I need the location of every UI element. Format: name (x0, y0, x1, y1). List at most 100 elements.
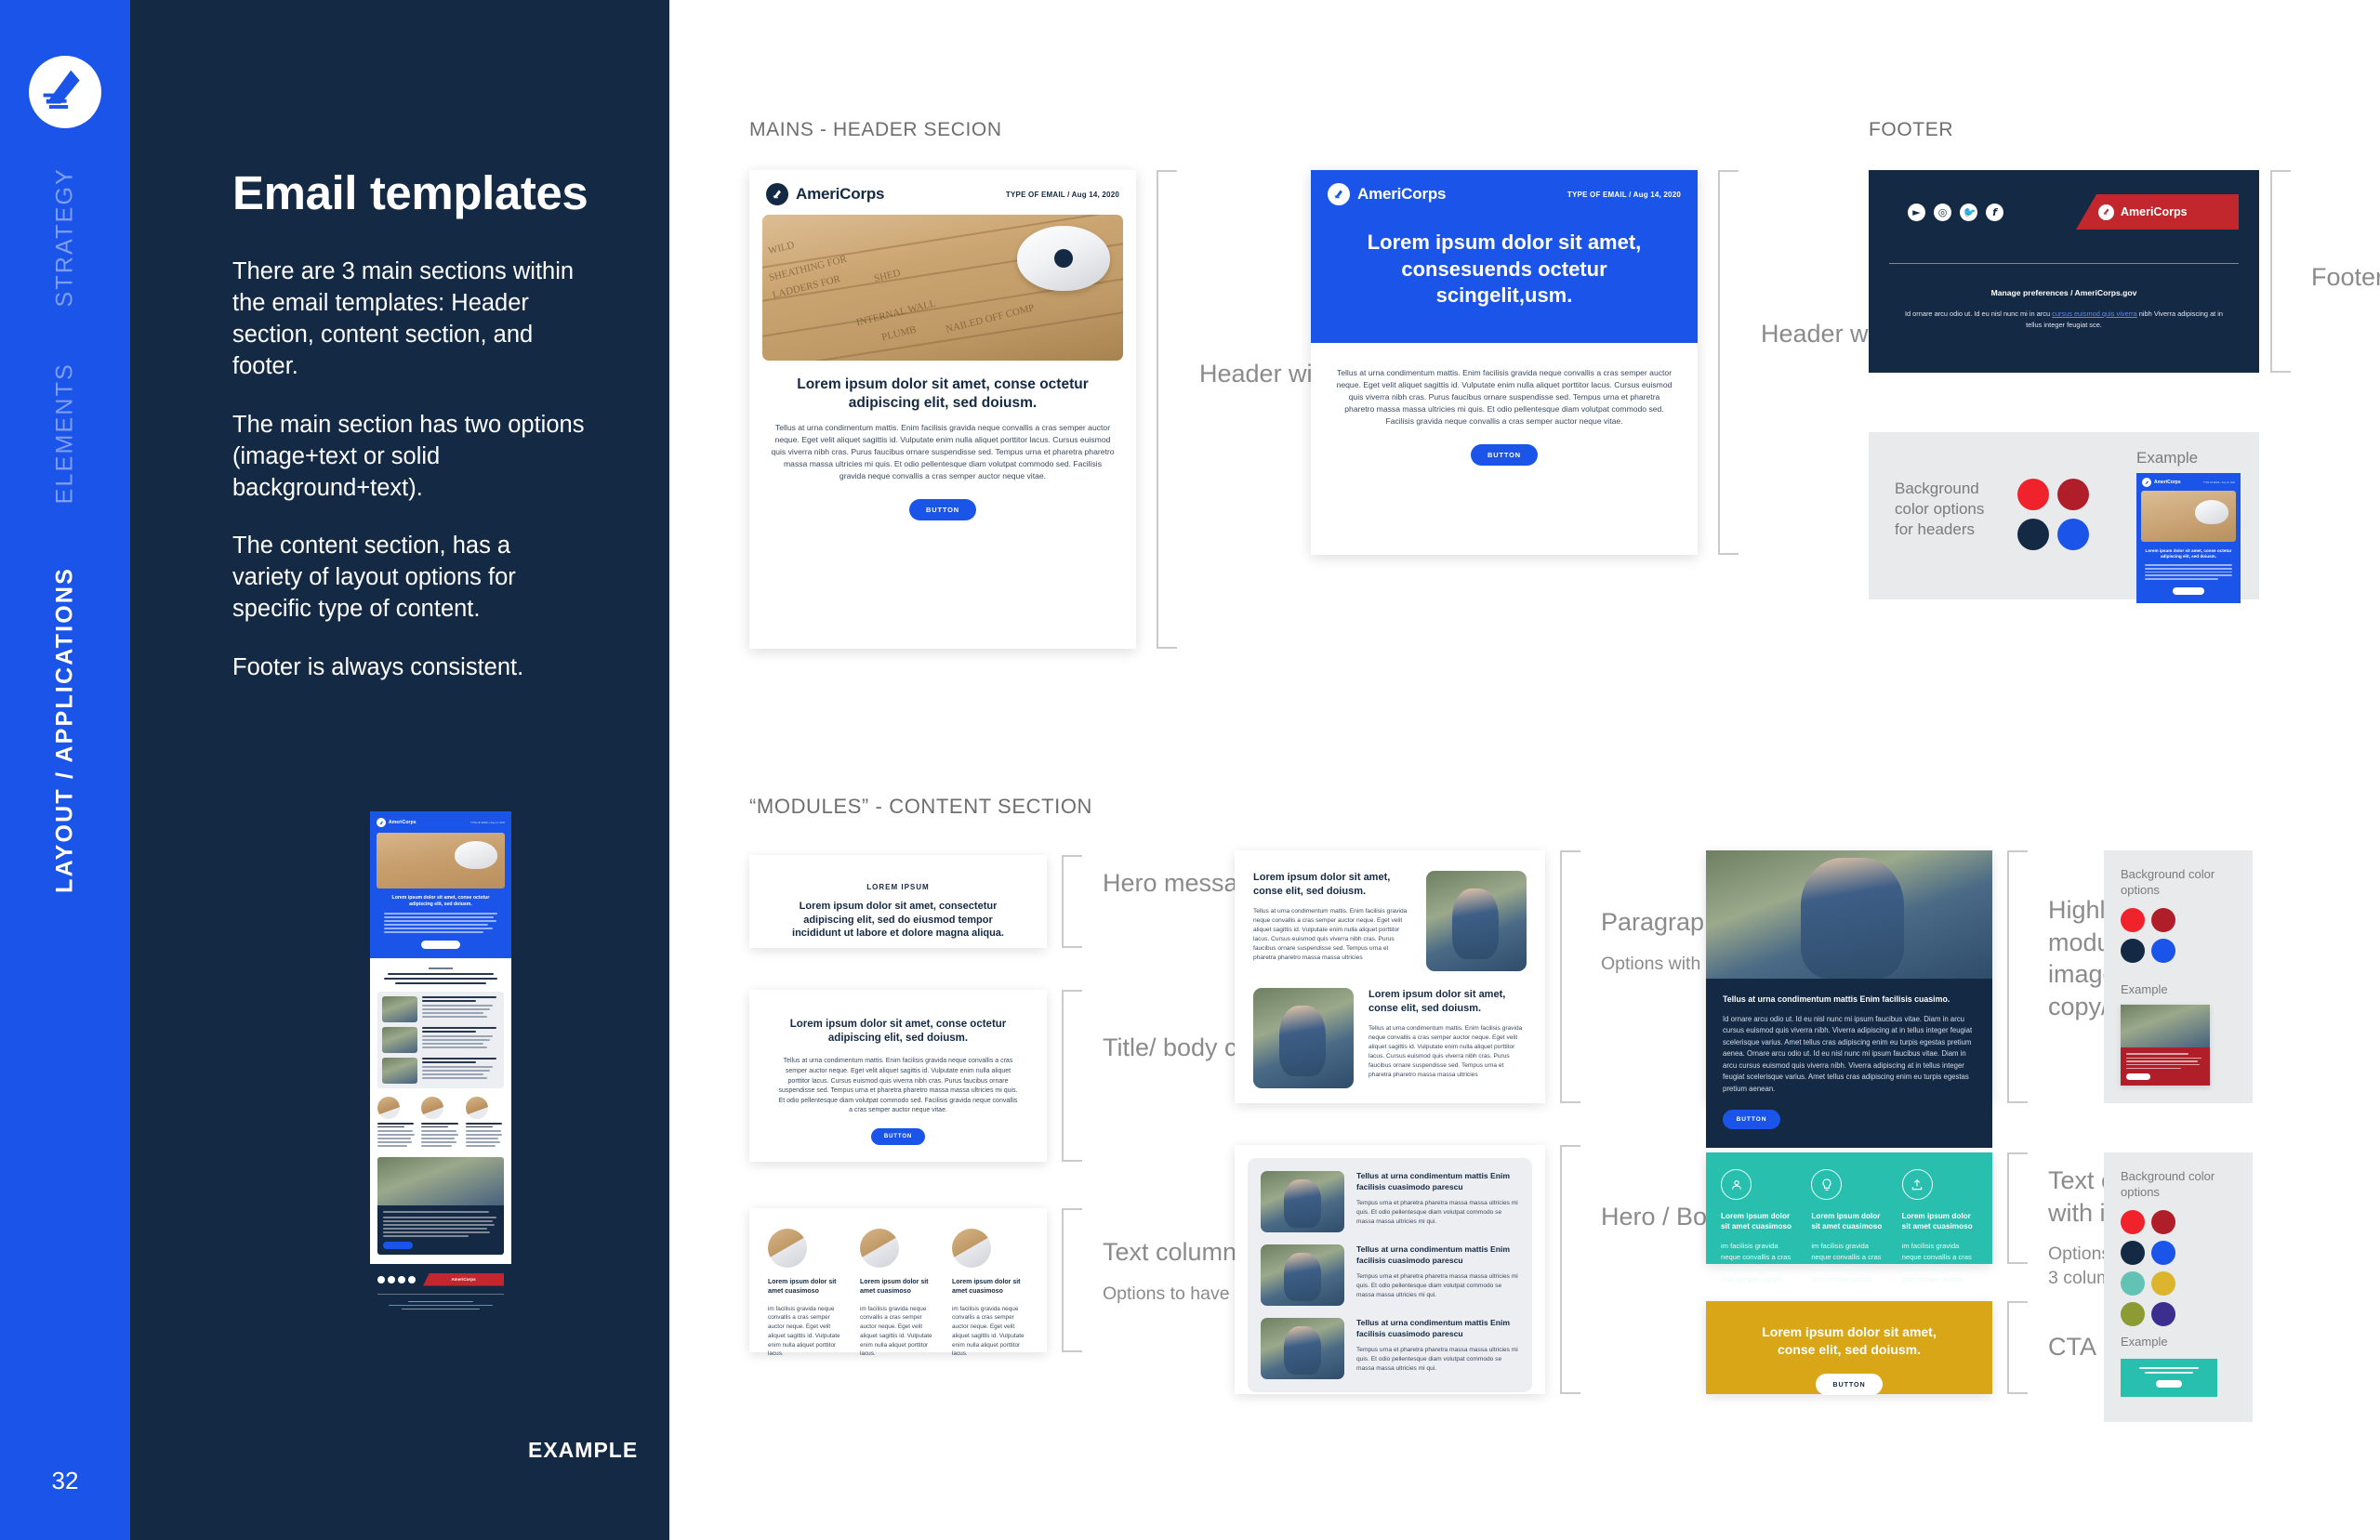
row-image (1261, 1318, 1344, 1379)
swatch-panel-label: Background color options (2121, 867, 2215, 897)
bracket-cta (2007, 1301, 2028, 1394)
hero-body-row: Tellus at urna condimentum mattis Enim f… (1261, 1244, 1519, 1306)
facebook-icon[interactable]: f (1986, 203, 2003, 221)
page-title: Email templates (232, 166, 588, 219)
color-swatch-red-dark[interactable] (2151, 908, 2175, 932)
cta-button[interactable]: BUTTON (1816, 1373, 1883, 1395)
color-swatch-red-dark[interactable] (2057, 479, 2089, 510)
column-title: Lorem ipsum dolor sit amet cuasimoso (768, 1279, 837, 1295)
row-image (1261, 1171, 1344, 1232)
example-cta-teal (2121, 1359, 2217, 1397)
column-body: im facilisis gravida neque convallis a c… (1811, 1241, 1882, 1283)
example-label: Example (2136, 449, 2199, 467)
color-swatch-navy[interactable] (2017, 519, 2049, 550)
fine-print-pre: Id ornare arcu odio ut. Id eu nisl nunc … (1904, 309, 2053, 318)
bracket-header-image (1157, 170, 1177, 649)
module-highlight: Tellus at urna condimentum mattis Enim f… (1706, 850, 1992, 1149)
thumbnail-highlight-button[interactable] (383, 1241, 413, 1249)
module-button[interactable]: BUTTON (871, 1128, 925, 1146)
paragraph-image (1426, 871, 1527, 971)
highlight-color-options-panel: Background color options Example (2104, 850, 2253, 1103)
intro-paragraph-3: The content section, has a variety of la… (232, 533, 516, 623)
color-swatch-red-dark[interactable] (2151, 1210, 2175, 1234)
fine-print-link[interactable]: cursus euismod quis viverra (2052, 309, 2137, 318)
color-swatch-purple[interactable] (2151, 1302, 2175, 1326)
brand-name: AmeriCorps (389, 820, 416, 825)
section-label-modules: “MODULES” - CONTENT SECTION (749, 795, 1093, 818)
email-footer-card: ► ◎ 🐦 f AmeriCorps Manage preferences / … (1869, 170, 2259, 373)
row-body: Tempus urna et pharetra pharetra massa m… (1356, 1200, 1518, 1226)
color-swatch-red-bright[interactable] (2121, 1210, 2145, 1234)
email-meta: TYPE OF EMAIL / Aug 14, 2020 (470, 821, 505, 824)
thumbnail-header: AmeriCorps TYPE OF EMAIL / Aug 14, 2020 … (370, 811, 511, 958)
highlight-title: Tellus at urna condimentum mattis Enim f… (1723, 994, 1950, 1004)
email-body-copy: Tellus at urna condimentum mattis. Enim … (1336, 367, 1673, 427)
americorps-logo-icon (766, 183, 788, 205)
intro-paragraph-4: Footer is always consistent. (232, 653, 524, 680)
color-swatch-red-bright[interactable] (2017, 479, 2049, 510)
color-swatch-teal[interactable] (2121, 1271, 2145, 1296)
brand-name: AmeriCorps (1357, 185, 1447, 203)
email-header-solid: AmeriCorps TYPE OF EMAIL / Aug 14, 2020 … (1311, 170, 1698, 343)
module-paragraph: Lorem ipsum dolor sit amet, conse elit, … (1235, 850, 1545, 1103)
module-hero-body-copy: Tellus at urna condimentum mattis Enim f… (1235, 1145, 1545, 1394)
highlight-button[interactable]: BUTTON (1723, 1110, 1780, 1130)
header-color-options-panel: Background color options for headers Exa… (1869, 432, 2259, 603)
example-button[interactable] (2126, 1073, 2150, 1081)
americorps-logo-icon (1328, 183, 1350, 205)
text-column: Lorem ipsum dolor sit amet cuasimoso im … (860, 1229, 936, 1359)
email-cta-button[interactable]: BUTTON (909, 498, 976, 520)
bracket-paragraph-modules (1560, 850, 1580, 1103)
sidebar-nav: STRATEGY ELEMENTS LAYOUT / APPLICATIONS (0, 167, 130, 1375)
sidebar-item-elements[interactable]: ELEMENTS (52, 362, 79, 504)
thumbnail-headline: Lorem ipsum dolor sit amet, conse octetu… (391, 895, 490, 908)
footer-links[interactable]: Manage preferences / AmeriCorps.gov (1869, 288, 2259, 297)
color-swatch-navy[interactable] (2121, 1241, 2145, 1265)
column-thumbnail (860, 1229, 899, 1268)
brand-name: AmeriCorps (796, 185, 885, 203)
intro-paragraph-2: The main section has two options (image+… (232, 411, 585, 501)
thumbnail-button[interactable] (421, 940, 460, 949)
row-body: Tempus urna et pharetra pharetra massa m… (1356, 1273, 1518, 1299)
icons-color-options-panel: Background color options Example (2104, 1152, 2253, 1422)
module-eyebrow: LOREM IPSUM (866, 883, 930, 891)
color-swatch-red-bright[interactable] (2121, 908, 2145, 932)
module-hero-messaging: LOREM IPSUM Lorem ipsum dolor sit amet, … (749, 855, 1047, 948)
color-swatches (2017, 479, 2089, 550)
hard-hat-image (1017, 226, 1110, 291)
youtube-icon[interactable]: ► (1908, 203, 1925, 221)
color-swatch-gold[interactable] (2151, 1271, 2175, 1296)
color-swatch-blue[interactable] (2057, 519, 2089, 550)
text-column: Lorem ipsum dolor sit amet cuasimoso im … (768, 1229, 844, 1359)
example-button[interactable] (2173, 586, 2204, 595)
icon-column: Lorem ipsum dolor sit amet cuasimoso im … (1811, 1169, 1886, 1284)
email-meta: TYPE OF EMAIL / Aug 14, 2020 (1567, 190, 1681, 199)
color-swatch-blue[interactable] (2151, 1241, 2175, 1265)
color-swatch-blue[interactable] (2151, 939, 2175, 963)
module-cta: Lorem ipsum dolor sit amet, conse elit, … (1706, 1301, 1992, 1395)
instagram-icon[interactable]: ◎ (1934, 203, 1951, 221)
column-title: Lorem ipsum dolor sit amet cuasimoso (952, 1279, 1021, 1295)
example-image (2121, 1005, 2210, 1047)
bracket-title-body (1062, 990, 1082, 1162)
color-swatch-navy[interactable] (2121, 939, 2145, 963)
sidebar-item-layout-applications[interactable]: LAYOUT / APPLICATIONS (52, 567, 79, 893)
swatch-panel-label: Background color options (2121, 1169, 2215, 1199)
color-swatch-olive[interactable] (2121, 1302, 2145, 1326)
email-cta-button[interactable]: BUTTON (1471, 444, 1538, 467)
thumbnail-body-lines (384, 913, 497, 933)
row-title: Tellus at urna condimentum mattis Enim f… (1356, 1318, 1511, 1338)
column-body: im facilisis gravida neque convallis a c… (768, 1305, 840, 1358)
paragraph-body: Tellus at urna condimentum mattis. Enim … (1368, 1025, 1523, 1079)
intro-panel: Email templates There are 3 main section… (130, 0, 669, 1540)
highlight-image (1706, 850, 1992, 979)
americorps-logo-icon (2142, 478, 2151, 487)
sidebar-item-strategy[interactable]: STRATEGY (52, 167, 79, 308)
example-button[interactable] (2156, 1379, 2182, 1388)
thumbnail-highlight-module (377, 1157, 504, 1255)
twitter-icon[interactable]: 🐦 (1960, 203, 1977, 221)
hero-photo (377, 833, 505, 888)
module-body: Tellus at urna condimentum mattis. Enim … (778, 1058, 1018, 1114)
highlight-body: Id ornare arcu odio ut. Id eu nisl nunc … (1723, 1015, 1973, 1093)
column-body: im facilisis gravida neque convallis a c… (1721, 1241, 1792, 1283)
